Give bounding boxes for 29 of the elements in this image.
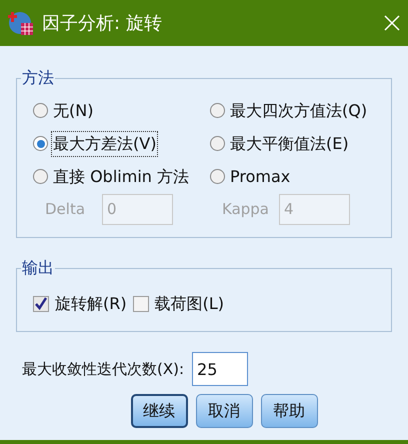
radio-button[interactable] <box>210 169 225 184</box>
radio-label: 最大平衡值法(E) <box>229 132 350 154</box>
radio-label: 最大方差法(V) <box>52 132 158 156</box>
checkbox[interactable] <box>33 296 49 312</box>
param-label: Kappa <box>222 198 267 220</box>
radio-button[interactable] <box>33 136 48 151</box>
app-icon <box>8 10 34 36</box>
checkbox[interactable] <box>132 296 149 312</box>
iterations-label: 最大收敛性迭代次数(X): <box>22 358 184 380</box>
dialog-button[interactable]: 帮助 <box>260 394 318 428</box>
checkbox-label: 载荷图(L) <box>154 293 224 315</box>
group-legend: 方法 <box>21 66 55 90</box>
radio-label: 最大四次方值法(Q) <box>229 100 368 122</box>
iterations-field[interactable]: 25 <box>192 352 248 386</box>
window-title: 因子分析: 旋转 <box>42 12 163 36</box>
radio-label: 直接 Oblimin 方法 <box>52 166 190 188</box>
close-icon[interactable] <box>384 15 400 31</box>
radio-button[interactable] <box>210 136 225 151</box>
check-icon <box>34 297 48 311</box>
radio-button[interactable] <box>33 169 48 184</box>
param-label: Delta <box>45 198 86 220</box>
radio-button[interactable] <box>33 103 48 118</box>
radio-button[interactable] <box>210 103 225 118</box>
radio-label: Promax <box>229 166 292 188</box>
checkbox-label: 旋转解(R) <box>55 293 127 315</box>
dialog-button[interactable]: 取消 <box>196 394 252 428</box>
radio-label: 无(N) <box>52 100 94 122</box>
dialog-button[interactable]: 继续 <box>130 394 188 428</box>
group-legend: 输出 <box>21 256 55 280</box>
